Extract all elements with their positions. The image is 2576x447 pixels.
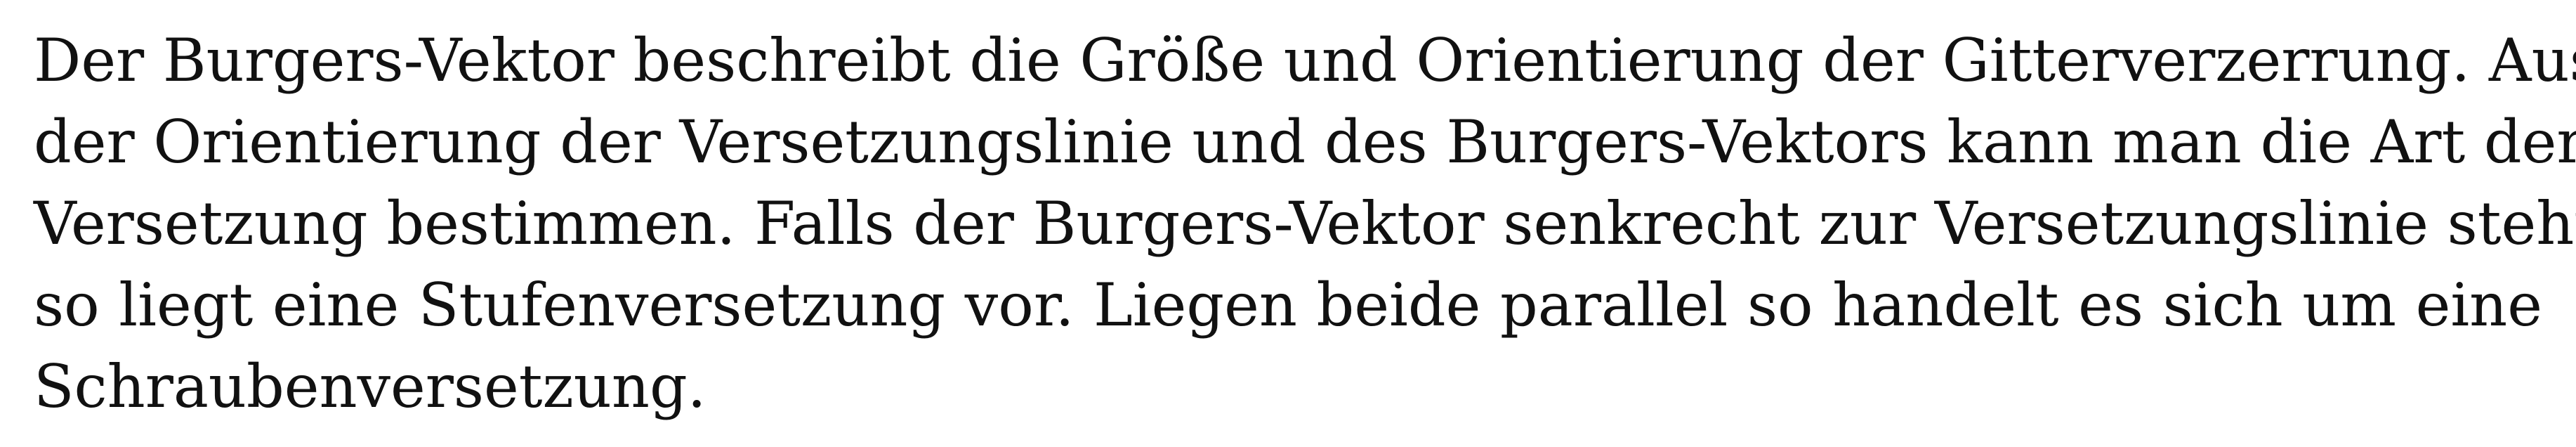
paragraph-line-1: Der Burgers-Vektor beschreibt die Größe … [34, 26, 2576, 95]
paragraph-line-4: so liegt eine Stufenversetzung vor. Lieg… [34, 271, 2542, 339]
paragraph-line-2: der Orientierung der Versetzungslinie un… [34, 108, 2576, 176]
paragraph-line-5: Schraubenversetzung. [34, 352, 707, 421]
paragraph-line-3: Versetzung bestimmen. Falls der Burgers-… [34, 189, 2576, 258]
document-page: Der Burgers-Vektor beschreibt die Größe … [34, 20, 2576, 434]
paragraph: Der Burgers-Vektor beschreibt die Größe … [34, 20, 2576, 427]
